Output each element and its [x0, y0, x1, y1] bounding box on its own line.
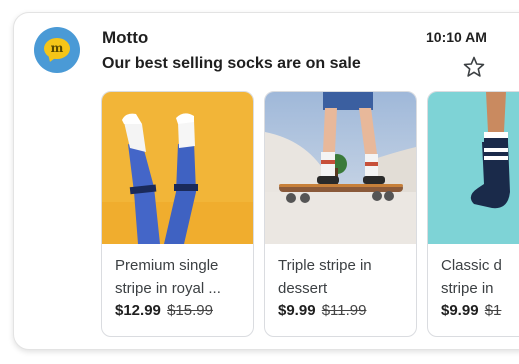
- product-image-3: [428, 92, 519, 244]
- product-name-line-1: Triple stripe in: [278, 257, 372, 274]
- product-price: $9.99: [278, 302, 316, 319]
- product-card-2[interactable]: Triple stripe in dessert $9.99 $11.99: [264, 91, 417, 337]
- product-card-1[interactable]: Premium single stripe in royal ... $12.9…: [101, 91, 254, 337]
- product-old-price: $15.99: [167, 302, 213, 319]
- product-name-line-1: Classic d: [441, 257, 502, 274]
- product-image-1: [102, 92, 253, 244]
- email-time: 10:10 AM: [426, 29, 487, 45]
- product-price: $12.99: [115, 302, 161, 319]
- email-subject: Our best selling socks are on sale: [102, 55, 361, 72]
- sender-avatar: m: [34, 27, 80, 73]
- product-name-line-1: Premium single: [115, 257, 219, 274]
- product-card-3[interactable]: Classic d stripe in $9.99 $1: [427, 91, 519, 337]
- product-name-line-2: stripe in: [441, 280, 494, 297]
- product-name-line-2: stripe in royal ...: [115, 280, 221, 297]
- product-old-price: $11.99: [321, 302, 367, 319]
- sender-name: Motto: [102, 28, 149, 47]
- star-icon[interactable]: [462, 55, 486, 79]
- product-price: $9.99: [441, 302, 479, 319]
- product-old-price: $1: [484, 302, 502, 319]
- product-name-line-2: dessert: [278, 280, 328, 297]
- bubble-tail: [46, 54, 56, 64]
- email-card[interactable]: m Motto Our best selling socks are on sa…: [13, 12, 519, 350]
- product-image-2: [265, 92, 416, 244]
